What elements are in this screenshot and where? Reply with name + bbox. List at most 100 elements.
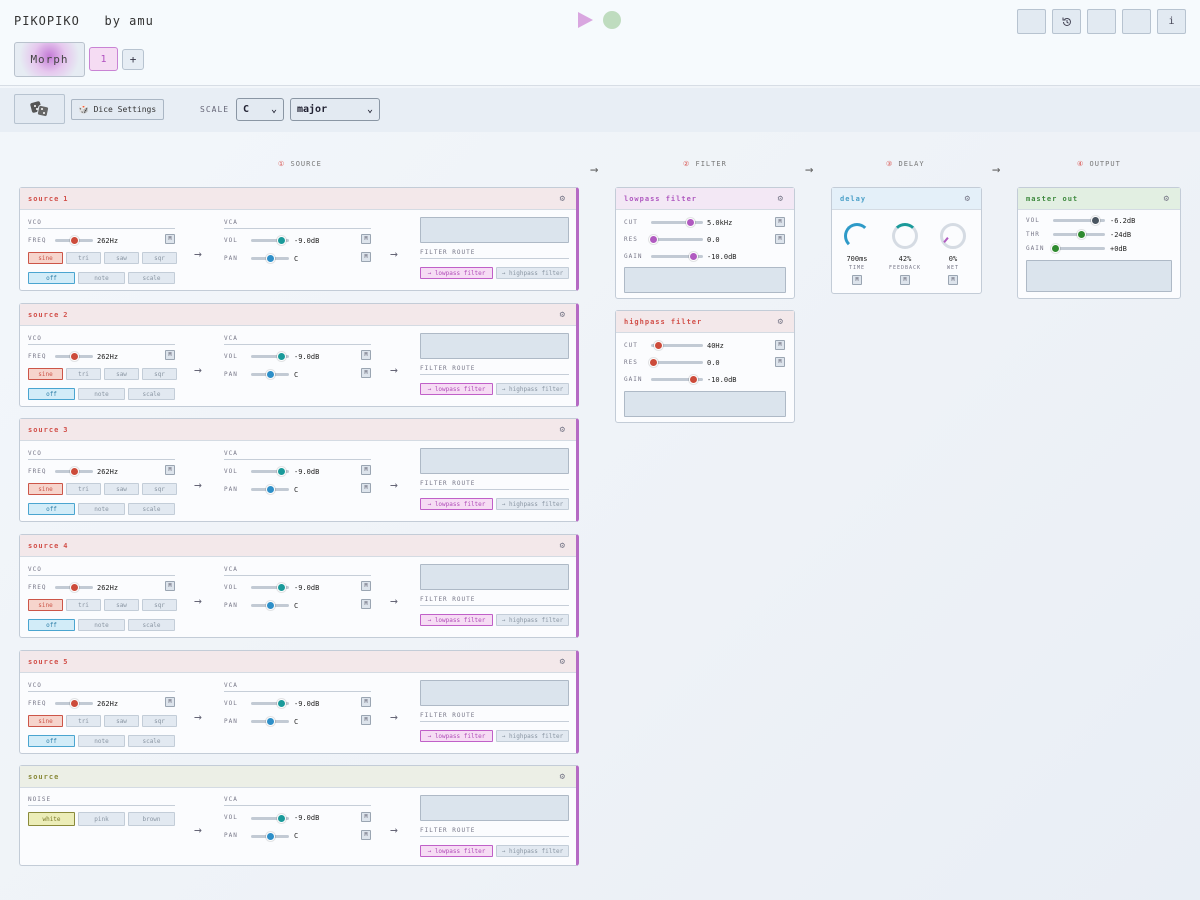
- route-lowpass-button[interactable]: → lowpass filter: [420, 267, 493, 279]
- pan-mod-button[interactable]: M: [361, 830, 371, 840]
- freq-mod-button[interactable]: M: [165, 581, 175, 591]
- waveform-sqr-button[interactable]: sqr: [142, 599, 177, 611]
- freq-mod-button[interactable]: M: [165, 697, 175, 707]
- dice-button[interactable]: [14, 94, 65, 124]
- gear-icon[interactable]: ⚙: [1164, 194, 1170, 204]
- delay-knob-time[interactable]: [844, 223, 870, 249]
- waveform-sqr-button[interactable]: sqr: [142, 368, 177, 380]
- quantize-note-button[interactable]: note: [78, 735, 125, 747]
- waveform-saw-button[interactable]: saw: [104, 715, 139, 727]
- gear-icon[interactable]: ⚙: [560, 194, 566, 204]
- waveform-sine-button[interactable]: sine: [28, 599, 63, 611]
- route-lowpass-button[interactable]: → lowpass filter: [420, 614, 493, 626]
- gear-icon[interactable]: ⚙: [965, 194, 971, 204]
- waveform-tri-button[interactable]: tri: [66, 483, 101, 495]
- lowpass-param-slider-knob[interactable]: [689, 252, 699, 261]
- vol-mod-button[interactable]: M: [361, 350, 371, 360]
- route-lowpass-button[interactable]: → lowpass filter: [420, 730, 493, 742]
- vol-mod-button[interactable]: M: [361, 697, 371, 707]
- lowpass-mod-button[interactable]: M: [775, 217, 785, 227]
- quantize-scale-button[interactable]: scale: [128, 619, 175, 631]
- highpass-param-slider-knob[interactable]: [649, 358, 659, 367]
- quantize-off-button[interactable]: off: [28, 735, 75, 747]
- pan-slider-knob[interactable]: [265, 832, 275, 841]
- delay-knob-feedback[interactable]: [892, 223, 918, 249]
- quantize-off-button[interactable]: off: [28, 388, 75, 400]
- vol-mod-button[interactable]: M: [361, 581, 371, 591]
- route-highpass-button[interactable]: → highpass filter: [496, 845, 569, 857]
- waveform-sqr-button[interactable]: sqr: [142, 715, 177, 727]
- lowpass-param-slider-track[interactable]: [651, 221, 703, 224]
- vol-slider-knob[interactable]: [276, 352, 286, 361]
- scale-key-select[interactable]: C ⌄: [236, 98, 284, 121]
- master-param-slider-knob[interactable]: [1077, 230, 1087, 239]
- waveform-sine-button[interactable]: sine: [28, 715, 63, 727]
- waveform-sine-button[interactable]: sine: [28, 483, 63, 495]
- freq-slider-knob[interactable]: [69, 236, 79, 245]
- quantize-off-button[interactable]: off: [28, 619, 75, 631]
- vol-mod-button[interactable]: M: [361, 812, 371, 822]
- pan-mod-button[interactable]: M: [361, 715, 371, 725]
- pan-mod-button[interactable]: M: [361, 483, 371, 493]
- redo-button[interactable]: [1122, 9, 1151, 34]
- waveform-sqr-button[interactable]: sqr: [142, 252, 177, 264]
- undo-button[interactable]: [1087, 9, 1116, 34]
- scale-mode-select[interactable]: major ⌄: [290, 98, 380, 121]
- waveform-saw-button[interactable]: saw: [104, 599, 139, 611]
- freq-mod-button[interactable]: M: [165, 465, 175, 475]
- morph-slot-1[interactable]: 1: [89, 47, 118, 71]
- route-highpass-button[interactable]: → highpass filter: [496, 730, 569, 742]
- route-lowpass-button[interactable]: → lowpass filter: [420, 498, 493, 510]
- route-highpass-button[interactable]: → highpass filter: [496, 498, 569, 510]
- master-param-slider-knob[interactable]: [1091, 216, 1101, 225]
- pan-mod-button[interactable]: M: [361, 252, 371, 262]
- waveform-sqr-button[interactable]: sqr: [142, 483, 177, 495]
- waveform-sine-button[interactable]: sine: [28, 368, 63, 380]
- vol-mod-button[interactable]: M: [361, 465, 371, 475]
- quantize-note-button[interactable]: note: [78, 272, 125, 284]
- freq-slider-knob[interactable]: [69, 352, 79, 361]
- gear-icon[interactable]: ⚙: [560, 425, 566, 435]
- vol-slider-knob[interactable]: [276, 467, 286, 476]
- waveform-sine-button[interactable]: sine: [28, 252, 63, 264]
- lowpass-mod-button[interactable]: M: [775, 234, 785, 244]
- waveform-tri-button[interactable]: tri: [66, 599, 101, 611]
- lowpass-param-slider-knob[interactable]: [685, 218, 695, 227]
- route-highpass-button[interactable]: → highpass filter: [496, 267, 569, 279]
- route-highpass-button[interactable]: → highpass filter: [496, 614, 569, 626]
- noise-pink-button[interactable]: pink: [78, 812, 125, 826]
- route-highpass-button[interactable]: → highpass filter: [496, 383, 569, 395]
- master-param-slider-track[interactable]: [1053, 247, 1105, 250]
- quantize-off-button[interactable]: off: [28, 503, 75, 515]
- pan-slider-knob[interactable]: [265, 370, 275, 379]
- route-lowpass-button[interactable]: → lowpass filter: [420, 845, 493, 857]
- gear-icon[interactable]: ⚙: [778, 194, 784, 204]
- waveform-saw-button[interactable]: saw: [104, 252, 139, 264]
- waveform-tri-button[interactable]: tri: [66, 368, 101, 380]
- master-param-slider-knob[interactable]: [1051, 244, 1061, 253]
- freq-mod-button[interactable]: M: [165, 234, 175, 244]
- waveform-saw-button[interactable]: saw: [104, 483, 139, 495]
- vol-slider-knob[interactable]: [276, 236, 286, 245]
- quantize-scale-button[interactable]: scale: [128, 388, 175, 400]
- gear-icon[interactable]: ⚙: [560, 657, 566, 667]
- pan-mod-button[interactable]: M: [361, 368, 371, 378]
- lowpass-param-slider-knob[interactable]: [649, 235, 659, 244]
- freq-mod-button[interactable]: M: [165, 350, 175, 360]
- delay-knob-wet[interactable]: [940, 223, 966, 249]
- pan-slider-knob[interactable]: [265, 717, 275, 726]
- quantize-scale-button[interactable]: scale: [128, 503, 175, 515]
- dice-settings-button[interactable]: 🎲 Dice Settings: [71, 99, 164, 120]
- gear-icon[interactable]: ⚙: [560, 541, 566, 551]
- delay-mod-button[interactable]: M: [900, 275, 910, 285]
- waveform-saw-button[interactable]: saw: [104, 368, 139, 380]
- quantize-off-button[interactable]: off: [28, 272, 75, 284]
- pan-slider-knob[interactable]: [265, 485, 275, 494]
- freq-slider-knob[interactable]: [69, 467, 79, 476]
- highpass-param-slider-track[interactable]: [651, 361, 703, 364]
- quantize-scale-button[interactable]: scale: [128, 735, 175, 747]
- gear-icon[interactable]: ⚙: [778, 317, 784, 327]
- add-slot-button[interactable]: +: [122, 49, 144, 70]
- quantize-scale-button[interactable]: scale: [128, 272, 175, 284]
- pan-slider-knob[interactable]: [265, 254, 275, 263]
